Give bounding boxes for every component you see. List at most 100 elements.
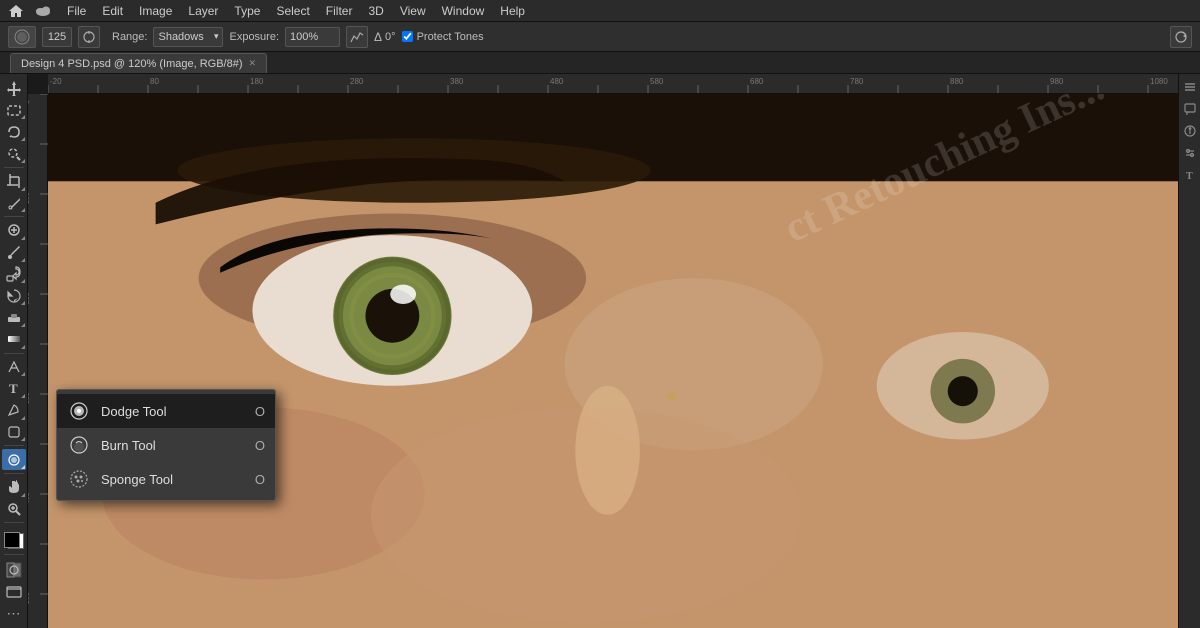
adjust-icon[interactable] bbox=[1181, 144, 1199, 162]
foreground-color[interactable] bbox=[4, 532, 20, 548]
burn-flyout-shortcut: O bbox=[255, 438, 265, 453]
svg-text:180: 180 bbox=[250, 77, 264, 86]
main-layout: T bbox=[0, 74, 1200, 628]
brush-tool[interactable] bbox=[2, 242, 26, 263]
gradient-tool[interactable] bbox=[2, 329, 26, 350]
angle-icon: Δ bbox=[374, 30, 382, 44]
svg-text:T: T bbox=[1186, 171, 1193, 181]
menu-window[interactable]: Window bbox=[435, 2, 492, 20]
eraser-tool[interactable] bbox=[2, 307, 26, 328]
menu-bar: FileEditImageLayerTypeSelectFilter3DView… bbox=[0, 0, 1200, 22]
hand-tool[interactable] bbox=[2, 477, 26, 498]
fg-bg-colors[interactable] bbox=[2, 530, 26, 551]
burn-flyout-label: Burn Tool bbox=[101, 438, 245, 453]
history-brush-tool[interactable] bbox=[2, 285, 26, 306]
toolbar-divider-2 bbox=[4, 216, 24, 217]
menu-edit[interactable]: Edit bbox=[95, 2, 130, 20]
shape-tool[interactable] bbox=[2, 422, 26, 443]
type-tool[interactable]: T bbox=[2, 378, 26, 399]
menu-type[interactable]: Type bbox=[227, 2, 267, 20]
text-icon[interactable]: T bbox=[1181, 166, 1199, 184]
menu-3d[interactable]: 3D bbox=[361, 2, 390, 20]
left-toolbar: T bbox=[0, 74, 28, 628]
clone-stamp-tool[interactable] bbox=[2, 264, 26, 285]
menu-file[interactable]: File bbox=[60, 2, 93, 20]
info-icon[interactable] bbox=[1181, 122, 1199, 140]
tab-close-icon[interactable]: ✕ bbox=[249, 58, 257, 69]
brush-preview[interactable] bbox=[8, 26, 36, 48]
change-screen-mode[interactable] bbox=[2, 581, 26, 602]
quick-select-tool[interactable] bbox=[2, 143, 26, 164]
svg-text:280: 280 bbox=[350, 77, 364, 86]
svg-text:-20: -20 bbox=[50, 77, 62, 86]
extra-tools[interactable]: ⋯ bbox=[2, 603, 26, 624]
tool-flyout-menu: Dodge Tool O Burn Tool O Sponge ToolO bbox=[56, 389, 276, 501]
dodge-flyout-icon bbox=[67, 399, 91, 423]
toolbar-divider-3 bbox=[4, 353, 24, 354]
menu-help[interactable]: Help bbox=[493, 2, 532, 20]
canvas-area[interactable]: -20801802803804805806807808809801080 010… bbox=[28, 74, 1178, 628]
angle-display: Δ 0° bbox=[374, 30, 396, 44]
svg-text:200: 200 bbox=[28, 292, 31, 304]
rotate-icon[interactable] bbox=[1170, 26, 1192, 48]
path-select-tool[interactable] bbox=[2, 400, 26, 421]
flyout-item-dodge[interactable]: Dodge Tool O bbox=[57, 394, 275, 428]
exposure-graph-icon[interactable] bbox=[346, 26, 368, 48]
menu-view[interactable]: View bbox=[393, 2, 433, 20]
sponge-flyout-icon bbox=[67, 467, 91, 491]
protect-tones-checkbox[interactable] bbox=[402, 31, 413, 42]
ruler-horizontal: -20801802803804805806807808809801080 bbox=[48, 74, 1178, 94]
dodge-flyout-shortcut: O bbox=[255, 404, 265, 419]
eye-photo bbox=[48, 94, 1178, 628]
angle-value: 0° bbox=[385, 31, 396, 43]
svg-text:680: 680 bbox=[750, 77, 764, 86]
menu-image[interactable]: Image bbox=[132, 2, 179, 20]
eyedropper-tool[interactable] bbox=[2, 193, 26, 214]
collapse-panel-btn[interactable] bbox=[1181, 78, 1199, 96]
flyout-item-sponge[interactable]: Sponge ToolO bbox=[57, 462, 275, 496]
protect-tones-option[interactable]: Protect Tones bbox=[402, 31, 484, 43]
svg-text:500: 500 bbox=[28, 592, 31, 604]
svg-text:100: 100 bbox=[28, 192, 31, 204]
sponge-flyout-shortcut: O bbox=[255, 472, 265, 487]
crop-tool[interactable] bbox=[2, 171, 26, 192]
menu-select[interactable]: Select bbox=[269, 2, 316, 20]
svg-text:300: 300 bbox=[28, 392, 31, 404]
svg-text:880: 880 bbox=[950, 77, 964, 86]
menu-filter[interactable]: Filter bbox=[319, 2, 360, 20]
quick-mask-tool[interactable] bbox=[2, 560, 26, 581]
toolbar-divider-5 bbox=[4, 473, 24, 474]
cloud-icon[interactable] bbox=[32, 0, 54, 22]
home-icon[interactable] bbox=[6, 1, 26, 21]
protect-tones-label: Protect Tones bbox=[417, 31, 484, 43]
svg-text:580: 580 bbox=[650, 77, 664, 86]
options-bar: 125 Range: Shadows Exposure: 100% Δ 0° P… bbox=[0, 22, 1200, 52]
tab-label: Design 4 PSD.psd @ 120% (Image, RGB/8#) bbox=[21, 58, 243, 70]
zoom-tool[interactable] bbox=[2, 499, 26, 520]
svg-text:400: 400 bbox=[28, 492, 31, 504]
flyout-item-burn[interactable]: Burn Tool O bbox=[57, 428, 275, 462]
exposure-value[interactable]: 100% bbox=[285, 27, 340, 47]
healing-tool[interactable] bbox=[2, 220, 26, 241]
toolbar-divider-6 bbox=[4, 522, 24, 523]
marquee-tool[interactable] bbox=[2, 100, 26, 121]
svg-text:480: 480 bbox=[550, 77, 564, 86]
brush-settings-icon[interactable] bbox=[78, 26, 100, 48]
svg-text:780: 780 bbox=[850, 77, 864, 86]
dodge-burn-tool[interactable] bbox=[2, 449, 26, 470]
right-panel: T bbox=[1178, 74, 1200, 628]
toolbar-divider-7 bbox=[4, 554, 24, 555]
pen-tool[interactable] bbox=[2, 356, 26, 377]
svg-text:980: 980 bbox=[1050, 77, 1064, 86]
svg-text:T: T bbox=[9, 381, 18, 396]
svg-text:380: 380 bbox=[450, 77, 464, 86]
dodge-flyout-label: Dodge Tool bbox=[101, 404, 245, 419]
move-tool[interactable] bbox=[2, 78, 26, 99]
active-tab[interactable]: Design 4 PSD.psd @ 120% (Image, RGB/8#) … bbox=[10, 53, 267, 73]
chat-icon[interactable] bbox=[1181, 100, 1199, 118]
lasso-tool[interactable] bbox=[2, 121, 26, 142]
canvas-background[interactable]: ct Retouching Ins... bbox=[48, 94, 1178, 628]
menu-layer[interactable]: Layer bbox=[181, 2, 225, 20]
range-dropdown[interactable]: Shadows bbox=[153, 27, 223, 47]
brush-size-input[interactable]: 125 bbox=[42, 27, 72, 47]
